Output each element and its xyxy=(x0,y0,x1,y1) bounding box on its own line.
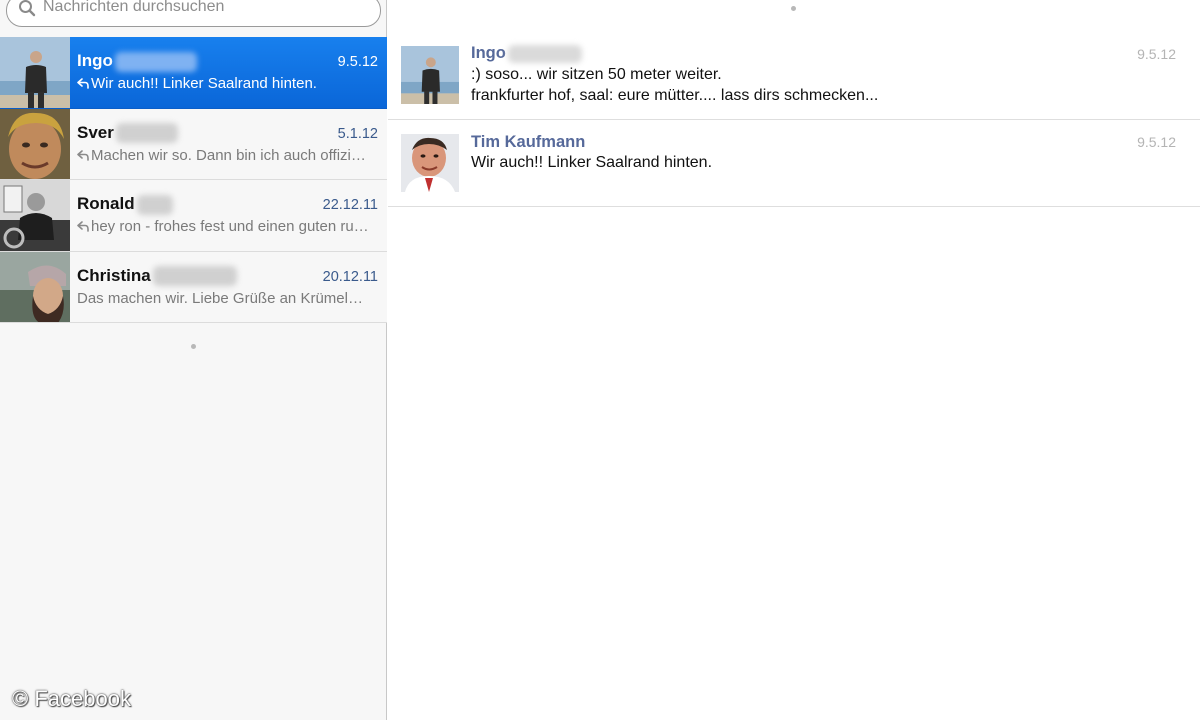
conversation-list: Ingo 9.5.12 Wir auch!! Linker Saalrand h… xyxy=(0,37,387,323)
watermark: © Facebook xyxy=(12,686,131,711)
conversation-item-ingo[interactable]: Ingo 9.5.12 Wir auch!! Linker Saalrand h… xyxy=(0,37,387,109)
loading-dot xyxy=(191,344,196,349)
loading-dot xyxy=(791,6,796,11)
conversation-preview: Wir auch!! Linker Saalrand hinten. xyxy=(77,75,377,92)
conversation-name: Christina xyxy=(77,266,237,287)
redacted-surname xyxy=(507,44,582,63)
conversation-date: 9.5.12 xyxy=(337,54,378,70)
redacted-surname xyxy=(114,51,197,72)
conversation-date: 5.1.12 xyxy=(337,125,378,142)
conversation-item-ronald[interactable]: Ronald 22.12.11 hey ron - frohes fest un… xyxy=(0,180,387,252)
avatar xyxy=(401,46,459,104)
conversation-item-sver[interactable]: Sver 5.1.12 Machen wir so. Dann bin ich … xyxy=(0,108,387,180)
redacted-surname xyxy=(152,266,237,287)
conversation-item-christina[interactable]: Christina 20.12.11 Das machen wir. Liebe… xyxy=(0,251,387,323)
avatar xyxy=(0,180,70,251)
conversation-name: Ingo xyxy=(77,51,197,72)
message-item: Tim Kaufmann 9.5.12 Wir auch!! Linker Sa… xyxy=(388,120,1200,207)
conversation-date: 22.12.11 xyxy=(322,197,378,213)
message-text: Wir auch!! Linker Saalrand hinten. xyxy=(471,154,713,171)
message-date: 9.5.12 xyxy=(1137,46,1176,62)
avatar xyxy=(0,108,70,180)
conversation-preview: Machen wir so. Dann bin ich auch offizi… xyxy=(77,147,377,164)
avatar xyxy=(401,134,459,192)
search-field[interactable] xyxy=(6,0,381,27)
reply-icon xyxy=(77,149,89,161)
redacted-surname xyxy=(115,123,178,144)
message-text: :) soso... wir sitzen 50 meter weiter. xyxy=(471,66,722,83)
sender-name[interactable]: Ingo xyxy=(471,44,582,63)
message-date: 9.5.12 xyxy=(1137,134,1176,150)
avatar xyxy=(0,37,70,108)
conversation-name: Ronald xyxy=(77,194,173,215)
message-text: frankfurter hof, saal: eure mütter.... l… xyxy=(471,87,879,104)
conversation-list-pane: Ingo 9.5.12 Wir auch!! Linker Saalrand h… xyxy=(0,0,387,720)
conversation-date: 20.12.11 xyxy=(322,268,378,285)
reply-icon xyxy=(77,221,89,232)
search-icon xyxy=(19,0,36,17)
avatar xyxy=(0,251,70,323)
search-bar xyxy=(6,0,381,28)
redacted-surname xyxy=(136,194,173,215)
conversation-name: Sver xyxy=(77,123,178,144)
search-input[interactable] xyxy=(43,0,363,18)
sender-name[interactable]: Tim Kaufmann xyxy=(471,133,585,152)
message-thread-pane: Ingo 9.5.12 :) soso... wir sitzen 50 met… xyxy=(388,0,1200,720)
conversation-preview: Das machen wir. Liebe Grüße an Krümel… xyxy=(77,289,363,307)
message-item: Ingo 9.5.12 :) soso... wir sitzen 50 met… xyxy=(388,30,1200,120)
conversation-preview: hey ron - frohes fest und einen guten ru… xyxy=(77,218,377,235)
reply-icon xyxy=(77,78,89,89)
